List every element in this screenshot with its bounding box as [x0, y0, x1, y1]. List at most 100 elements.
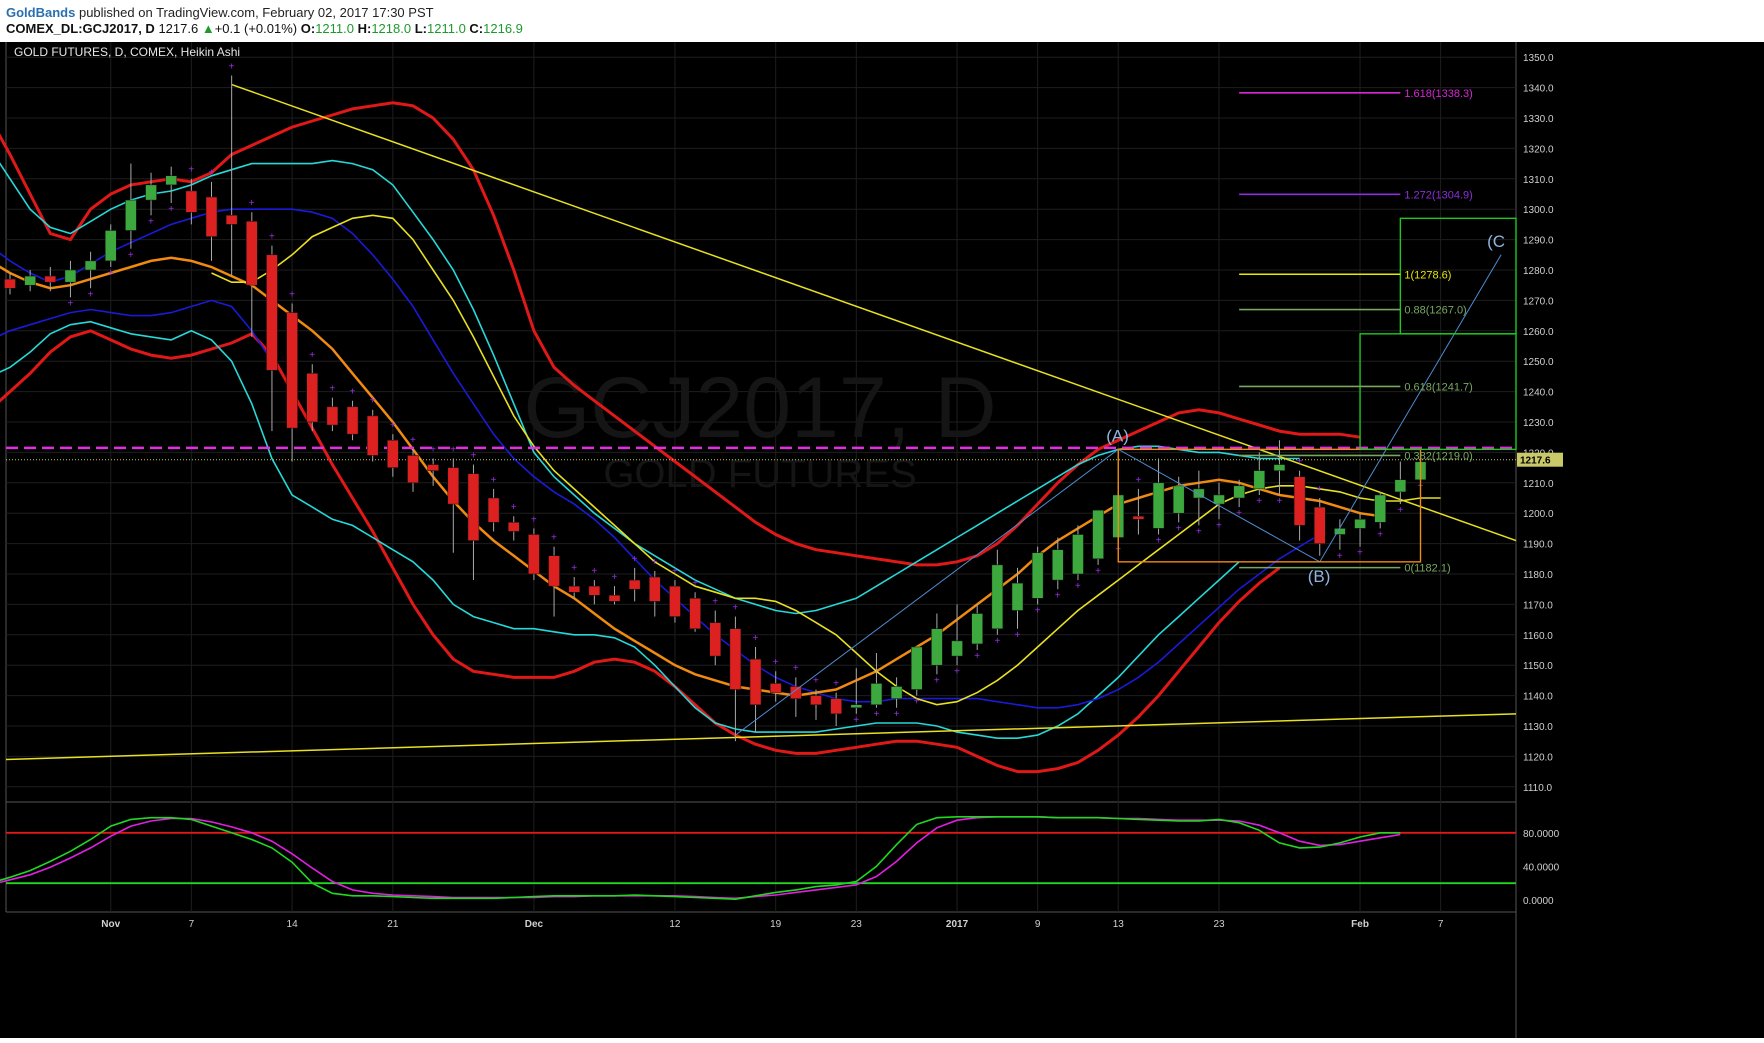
ohlc-line: COMEX_DL:GCJ2017, D 1217.6 ▲+0.1 (+0.01%… [6, 21, 523, 36]
candle-bull [1031, 552, 1044, 599]
wave-label-c: (C [1487, 232, 1505, 251]
published-text: published on TradingView.com, February 0… [78, 5, 434, 20]
time-tick-label: 23 [1213, 919, 1225, 930]
fib-level-label: 1(1278.6) [1404, 269, 1451, 281]
low-value: 1211.0 [427, 21, 466, 36]
sar-marker: + [350, 387, 356, 398]
sar-marker: + [108, 268, 114, 279]
price-tick-label: 1320.0 [1523, 144, 1554, 155]
candle-bull [24, 275, 36, 286]
sar-marker: + [591, 566, 597, 577]
price-tick-label: 1260.0 [1523, 327, 1554, 338]
sar-marker: + [450, 444, 456, 455]
price-tick-label: 1280.0 [1523, 266, 1554, 277]
price-tick-label: 1140.0 [1523, 692, 1553, 703]
candle-bull [1394, 479, 1407, 493]
candle-bear [749, 658, 762, 705]
time-tick-label: 14 [287, 919, 299, 930]
candle-bear [427, 464, 439, 471]
sar-marker: + [168, 204, 174, 215]
candle-bear [1314, 506, 1326, 544]
price-tick-label: 1270.0 [1523, 296, 1554, 307]
sar-marker: + [1256, 496, 1262, 507]
candle-bear [608, 595, 621, 602]
sar-marker: + [833, 678, 839, 689]
fib-level-label: 0(1182.1) [1404, 563, 1450, 575]
sar-marker: + [793, 663, 799, 674]
chart-area[interactable]: GCJ2017, D GOLD FUTURES + + + + + + + + + + + + + + + + + +… [0, 42, 1764, 1038]
candle-bear [830, 698, 842, 715]
time-tick-label: 23 [851, 919, 863, 930]
last-price-tag: 1217.6 [1520, 456, 1551, 467]
price-tick-label: 1290.0 [1523, 236, 1554, 247]
osc-tick-label: 80.0000 [1523, 829, 1560, 840]
candle-bull [145, 184, 157, 201]
sar-marker: + [88, 289, 94, 300]
candle-bull [971, 613, 983, 645]
sar-marker: + [1397, 505, 1403, 516]
price-tick-label: 1160.0 [1523, 631, 1553, 642]
price-tick-label: 1210.0 [1523, 479, 1554, 490]
candle-bear [628, 579, 641, 590]
fib-level-label: 1.272(1304.9) [1404, 189, 1473, 201]
sar-marker: + [511, 502, 517, 513]
price-tick-label: 1170.0 [1523, 600, 1553, 611]
sar-marker: + [612, 572, 618, 583]
sar-marker: + [390, 420, 396, 431]
sar-marker: + [470, 450, 476, 461]
candle-bull [991, 564, 1004, 629]
sar-marker: + [692, 578, 698, 589]
author-link[interactable]: GoldBands [6, 5, 75, 20]
time-tick-label: 13 [1113, 919, 1125, 930]
osc-k-line [0, 816, 1401, 901]
watermark: GCJ2017, D [523, 360, 996, 456]
candle-bull [951, 640, 963, 657]
candle-bull [1011, 582, 1024, 611]
candle-bull [1152, 482, 1165, 529]
candle-bear [266, 254, 278, 371]
osc-tick-label: 40.0000 [1523, 862, 1560, 873]
candle-bull [911, 646, 923, 690]
time-tick-label: Nov [101, 919, 120, 930]
candle-bear [346, 406, 359, 435]
sar-marker: + [1095, 566, 1101, 577]
fib-level-label: 0.382(1219.0) [1404, 450, 1473, 462]
price-tick-label: 1240.0 [1523, 388, 1554, 399]
wave-label-b: (B) [1308, 567, 1331, 586]
price-tick-label: 1250.0 [1523, 357, 1554, 368]
candle-bull [931, 628, 943, 666]
candle-bull [1354, 519, 1366, 529]
time-tick-label: Feb [1351, 919, 1369, 930]
sar-marker: + [148, 216, 154, 227]
candle-bull [105, 230, 117, 262]
sar-marker: + [873, 709, 879, 720]
price-tick-label: 1190.0 [1523, 540, 1553, 551]
candle-bear [326, 406, 339, 426]
candle-bear [669, 585, 681, 617]
time-tick-label: 21 [387, 919, 399, 930]
sar-marker: + [1196, 526, 1202, 537]
candle-bull [64, 269, 77, 283]
price-chart[interactable]: GCJ2017, DGOLD FUTURES + + + + + + + + + + + + + + + + + +… [0, 42, 1764, 1038]
candle-bear [689, 598, 701, 629]
sar-marker: + [632, 554, 638, 565]
sar-marker: + [128, 250, 134, 261]
sar-marker: + [934, 675, 940, 686]
candle-bull [1374, 494, 1386, 523]
candle-bull [84, 260, 97, 271]
time-tick-label: Dec [525, 919, 544, 930]
sar-marker: + [67, 298, 73, 309]
watermark-sub: GOLD FUTURES [603, 452, 916, 496]
candle-bear [467, 473, 480, 541]
price-tick-label: 1330.0 [1523, 114, 1554, 125]
candle-bear [810, 695, 822, 705]
sar-marker: + [732, 602, 738, 613]
candle-bear [286, 312, 298, 429]
sar-marker: + [712, 596, 718, 607]
candle-bear [4, 278, 16, 289]
sar-marker: + [571, 563, 577, 574]
sar-marker: + [1135, 475, 1141, 486]
sar-marker: + [410, 435, 416, 446]
high-value: 1218.0 [371, 21, 412, 36]
candle-bull [890, 686, 903, 699]
